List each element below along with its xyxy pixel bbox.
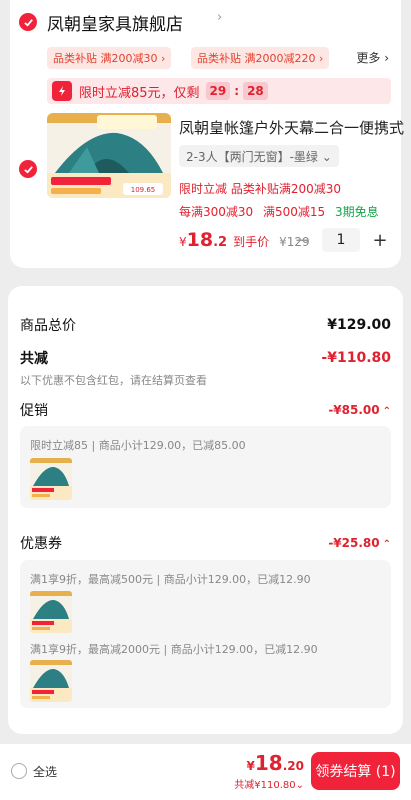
saved-amount-toggle[interactable]: 共减¥110.80⌄ — [234, 776, 304, 791]
increase-button[interactable]: + — [370, 230, 390, 251]
promo-detail-box: 限时立减85 | 商品小计129.00，已减85.00 — [20, 426, 391, 508]
installment-badge: 3期免息 — [335, 205, 379, 219]
promo-tags-2: 每满300减30 满500减15 3期免息 — [179, 205, 379, 219]
subsidy-chip-2000[interactable]: 品类补贴 满2000减220 › — [191, 47, 330, 69]
quantity-stepper: − 1 + — [292, 228, 390, 252]
item-select-checkbox[interactable] — [19, 160, 37, 178]
store-arrow-icon[interactable]: › — [217, 10, 222, 25]
price-summary-card: 商品总价 ¥129.00 共减 -¥110.80 以下优惠不包含红包，请在结算页… — [8, 286, 403, 734]
final-price-label: 到手价 — [233, 235, 270, 249]
total-row: 商品总价 ¥129.00 — [20, 317, 391, 334]
checkout-bar: 全选 ¥18.20 共减¥110.80⌄ 领券结算 (1) — [0, 744, 411, 800]
check-icon — [23, 165, 33, 174]
variant-selector[interactable]: 2-3人【两门无窗】-墨绿 ⌄ — [179, 145, 339, 167]
select-all-label[interactable]: 全选 — [33, 763, 57, 780]
store-name[interactable]: 凤朝皇家具旗舰店 — [47, 10, 183, 35]
product-thumbnail — [30, 458, 72, 500]
total-price: ¥18.20 — [246, 751, 304, 775]
discount-note: 以下优惠不包含红包，请在结算页查看 — [20, 374, 207, 387]
product-image[interactable]: 109.65 — [47, 113, 171, 198]
coupon-row[interactable]: 优惠券 -¥25.80 ⌃ — [20, 533, 391, 553]
checkout-button[interactable]: 领券结算 (1) — [311, 752, 400, 790]
check-icon — [23, 18, 33, 27]
select-all-radio[interactable] — [11, 763, 27, 779]
quantity-input[interactable]: 1 — [322, 228, 360, 252]
product-title[interactable]: 凤朝皇帐篷户外天幕二合一便携式 — [179, 117, 404, 138]
coupon-detail-box: 满1享9折，最高减500元 | 商品小计129.00，已减12.90 满1享9折… — [20, 560, 391, 708]
flash-sale-banner: 限时立减85元，仅剩 29 : 28 — [47, 78, 391, 104]
store-card: 凤朝皇家具旗舰店 › 品类补贴 满200减30 › 品类补贴 满2000减220… — [10, 0, 404, 268]
total-value: ¥129.00 — [327, 317, 391, 333]
countdown-seconds: 28 — [243, 82, 268, 100]
product-thumbnail — [30, 591, 72, 633]
promo-tags: 限时立减 品类补贴满200减30 — [179, 182, 341, 196]
discount-row: 共减 -¥110.80 — [20, 350, 391, 367]
decrease-button[interactable]: − — [292, 230, 312, 251]
discount-value: -¥110.80 — [321, 350, 391, 366]
store-select-checkbox[interactable] — [19, 13, 37, 31]
total-block: ¥18.20 共减¥110.80⌄ — [234, 751, 304, 791]
price-row: ¥ 18 .2 到手价 ¥129 — [179, 229, 310, 251]
lightning-icon — [52, 81, 72, 101]
flash-sale-text: 限时立减85元，仅剩 — [79, 85, 200, 101]
final-price: 18 — [186, 229, 214, 251]
countdown-minutes: 29 — [205, 82, 231, 100]
promo-row[interactable]: 促销 -¥85.00 ⌃ — [20, 400, 391, 420]
caret-up-icon: ⌃ — [382, 406, 391, 417]
product-thumbnail — [30, 660, 72, 702]
svg-text:109.65: 109.65 — [131, 186, 156, 194]
caret-up-icon: ⌃ — [382, 539, 391, 550]
subsidy-chip-200[interactable]: 品类补贴 满200减30 › — [47, 47, 172, 69]
more-promos-link[interactable]: 更多 › — [356, 49, 389, 66]
